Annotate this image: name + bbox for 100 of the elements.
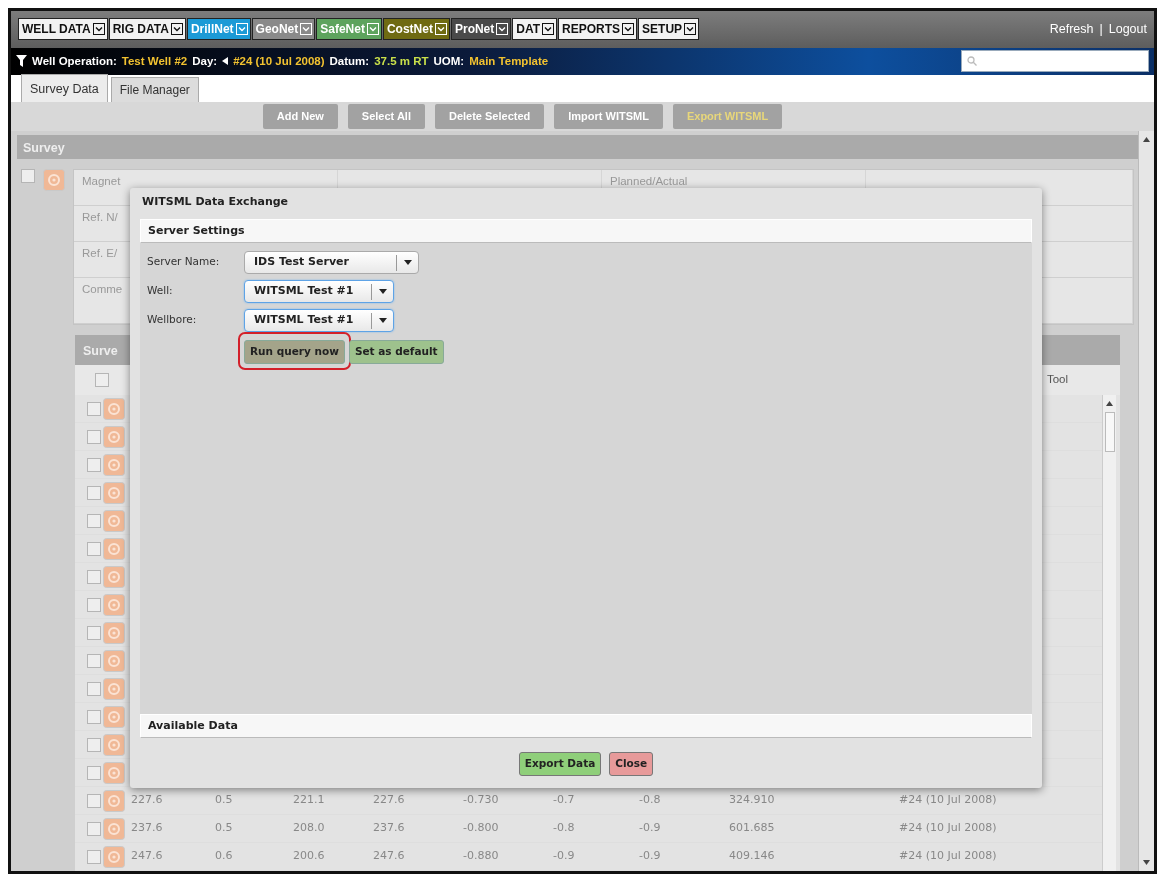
record-icon[interactable] (103, 481, 125, 504)
menu-item[interactable]: RIG DATA (108, 18, 186, 41)
scroll-down-icon[interactable] (1143, 860, 1150, 865)
scroll-thumb[interactable] (1104, 412, 1115, 452)
record-icon[interactable] (103, 453, 125, 476)
scrollbar[interactable] (1102, 395, 1116, 871)
dropdown[interactable]: IDS Test Server (244, 251, 419, 274)
caret-icon (378, 289, 387, 294)
table-cell-text: 200.6 (292, 848, 326, 865)
field-label: Wellbore: (147, 312, 198, 327)
caret-icon (403, 260, 412, 265)
checkbox[interactable] (87, 849, 101, 864)
record-icon[interactable] (103, 817, 125, 840)
record-icon[interactable] (103, 509, 125, 532)
table-cell-text: 247.6 (372, 848, 406, 865)
checkbox[interactable] (87, 765, 101, 780)
table-cell-text: 227.6 (130, 792, 164, 809)
checkbox[interactable] (87, 709, 101, 724)
table-cell-text: -0.9 (638, 820, 662, 837)
table-cell-text: 324.910 (728, 792, 776, 809)
dropdown-icon[interactable] (622, 23, 635, 36)
scroll-up-icon[interactable] (1143, 137, 1150, 142)
checkbox[interactable] (87, 597, 101, 612)
dropdown[interactable]: WITSML Test #1 (244, 309, 394, 332)
checkbox[interactable] (87, 737, 101, 752)
menu-item[interactable]: SETUP (638, 18, 700, 41)
checkbox[interactable] (87, 541, 101, 556)
header-link[interactable]: Refresh (1049, 20, 1094, 39)
checkbox[interactable] (87, 513, 101, 528)
menu-item[interactable]: DAT (512, 18, 558, 41)
record-icon[interactable] (103, 537, 125, 560)
tab[interactable]: Survey Data (21, 74, 108, 102)
info-value: Test Well #2 (121, 53, 188, 69)
record-icon[interactable] (103, 705, 125, 728)
table-cell-text: 0.6 (214, 848, 234, 865)
checkbox[interactable] (87, 625, 101, 640)
separator: | (1099, 21, 1103, 39)
record-icon[interactable] (103, 649, 125, 672)
tab[interactable]: File Manager (110, 76, 199, 102)
record-icon[interactable] (103, 425, 125, 448)
record-icon[interactable] (103, 845, 125, 868)
record-icon[interactable] (103, 789, 125, 812)
dropdown-icon[interactable] (684, 23, 697, 36)
header-link[interactable]: Logout (1108, 20, 1147, 39)
checkbox[interactable] (87, 569, 101, 584)
table-cell-text: 227.6 (372, 792, 406, 809)
checkbox[interactable] (87, 681, 101, 696)
dropdown-icon[interactable] (92, 23, 105, 36)
table-cell-text: 221.1 (292, 792, 326, 809)
table-cell-text: 208.0 (292, 820, 326, 837)
record-icon[interactable] (43, 169, 65, 191)
menu-item[interactable]: WELL DATA (18, 18, 108, 41)
table-cell-text: #24 (10 Jul 2008) (898, 848, 998, 865)
table-cell-text: -0.730 (462, 792, 500, 809)
table-cell-text: -0.9 (638, 848, 662, 865)
action-button[interactable]: Run query now (244, 340, 345, 364)
record-icon[interactable] (103, 621, 125, 644)
checkbox[interactable] (87, 457, 101, 472)
menu-item[interactable]: ProNet (450, 18, 512, 41)
table-cell-text: 409.146 (728, 848, 776, 865)
record-icon[interactable] (103, 565, 125, 588)
dialog-button[interactable]: Close (609, 752, 654, 776)
info-label: Day: (192, 53, 218, 69)
info-value: #24 (10 Jul 2008) (233, 53, 325, 69)
filter-icon[interactable] (16, 55, 27, 68)
scrollbar[interactable] (1138, 131, 1154, 871)
section-header: Server Settings (140, 218, 1032, 243)
record-icon[interactable] (103, 397, 125, 420)
record-icon[interactable] (103, 677, 125, 700)
table-cell-text: -0.800 (462, 820, 500, 837)
action-button[interactable]: Set as default (348, 340, 444, 364)
dropdown-icon[interactable] (170, 23, 183, 36)
checkbox[interactable] (87, 821, 101, 836)
dropdown-icon[interactable] (542, 23, 555, 36)
checkbox[interactable] (87, 485, 101, 500)
table-cell-text: 247.6 (130, 848, 164, 865)
search-field[interactable] (961, 50, 1149, 73)
column-header: Tool (1046, 372, 1068, 388)
checkbox[interactable] (87, 401, 101, 416)
checkbox[interactable] (87, 429, 101, 444)
table-cell-text: -0.880 (462, 848, 500, 865)
checkbox[interactable] (87, 793, 101, 808)
dialog-button[interactable]: Export Data (518, 752, 602, 776)
dropdown[interactable]: WITSML Test #1 (244, 280, 394, 303)
info-label: Well Operation: (32, 53, 117, 69)
panel-header: Survey (17, 135, 1138, 159)
record-icon[interactable] (103, 593, 125, 616)
checkbox[interactable] (87, 653, 101, 668)
checkbox[interactable] (95, 373, 109, 387)
table-cell-text: #24 (10 Jul 2008) (898, 820, 998, 837)
record-icon[interactable] (103, 761, 125, 784)
scroll-up-icon[interactable] (1106, 401, 1113, 406)
menu-item[interactable]: CostNet (382, 18, 450, 41)
search-icon (967, 56, 977, 67)
table-cell-text: #24 (10 Jul 2008) (898, 792, 998, 809)
menu-item[interactable]: REPORTS (558, 18, 638, 41)
previous-arrow-icon[interactable] (222, 57, 229, 66)
checkbox[interactable] (21, 169, 35, 183)
table-cell-text: -0.8 (638, 792, 662, 809)
record-icon[interactable] (103, 733, 125, 756)
